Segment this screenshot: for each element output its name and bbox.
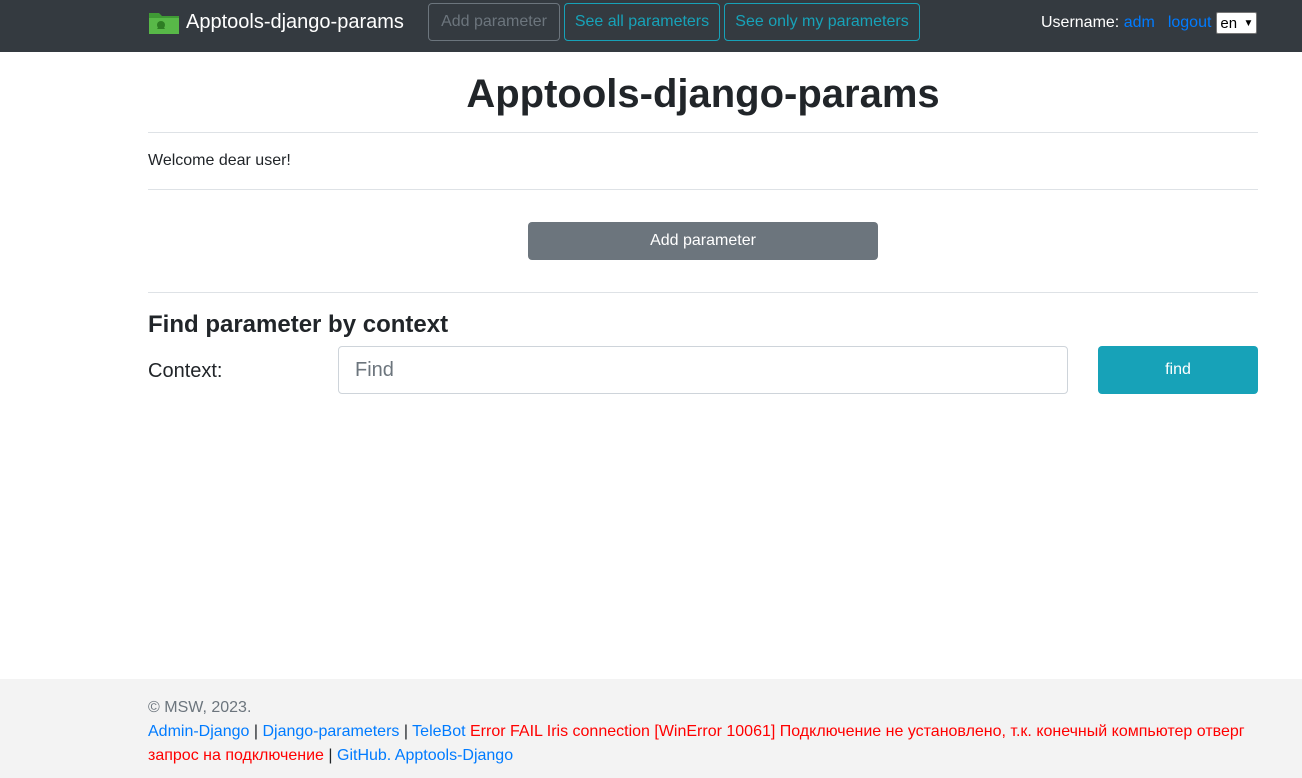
admin-django-link[interactable]: Admin-Django bbox=[148, 723, 249, 740]
footer: © MSW, 2023. Admin-Django | Django-param… bbox=[0, 679, 1302, 778]
user-area: Username: adm logout en ▼ bbox=[1041, 12, 1258, 34]
django-parameters-link[interactable]: Django-parameters bbox=[262, 723, 399, 740]
divider bbox=[148, 292, 1258, 293]
page-title: Apptools-django-params bbox=[466, 72, 940, 116]
chevron-down-icon: ▼ bbox=[1243, 17, 1254, 29]
language-value: en bbox=[1220, 14, 1238, 32]
brand-link[interactable]: Apptools-django-params bbox=[148, 8, 404, 36]
telebot-link[interactable]: TeleBot bbox=[412, 723, 465, 740]
add-parameter-button[interactable]: Add parameter bbox=[528, 222, 878, 260]
nav-see-my-parameters-button[interactable]: See only my parameters bbox=[724, 3, 920, 41]
copyright-text: © MSW, 2023. bbox=[148, 699, 252, 716]
nav-see-all-parameters-button[interactable]: See all parameters bbox=[564, 3, 720, 41]
username-link[interactable]: adm bbox=[1124, 14, 1155, 32]
context-search-input[interactable] bbox=[338, 346, 1068, 394]
find-section-title: Find parameter by context bbox=[148, 311, 449, 338]
divider bbox=[148, 132, 1258, 133]
folder-logo-icon bbox=[149, 13, 179, 34]
divider bbox=[148, 189, 1258, 190]
brand-name: Apptools-django-params bbox=[186, 10, 404, 33]
separator: | bbox=[253, 723, 258, 740]
context-label: Context: bbox=[148, 360, 223, 382]
top-navbar: Apptools-django-params Add parameter See… bbox=[0, 0, 1302, 52]
separator: | bbox=[328, 747, 333, 764]
find-button[interactable]: find bbox=[1098, 346, 1258, 394]
username-label: Username: bbox=[1041, 14, 1120, 31]
nav-add-parameter-button: Add parameter bbox=[428, 3, 560, 41]
language-select[interactable]: en ▼ bbox=[1216, 12, 1258, 34]
logout-link[interactable]: logout bbox=[1168, 14, 1212, 32]
github-link[interactable]: GitHub. Apptools-Django bbox=[337, 747, 513, 764]
footer-links: Admin-Django | Django-parameters | TeleB… bbox=[148, 720, 1258, 768]
welcome-text: Welcome dear user! bbox=[148, 152, 291, 169]
separator: | bbox=[403, 723, 409, 740]
